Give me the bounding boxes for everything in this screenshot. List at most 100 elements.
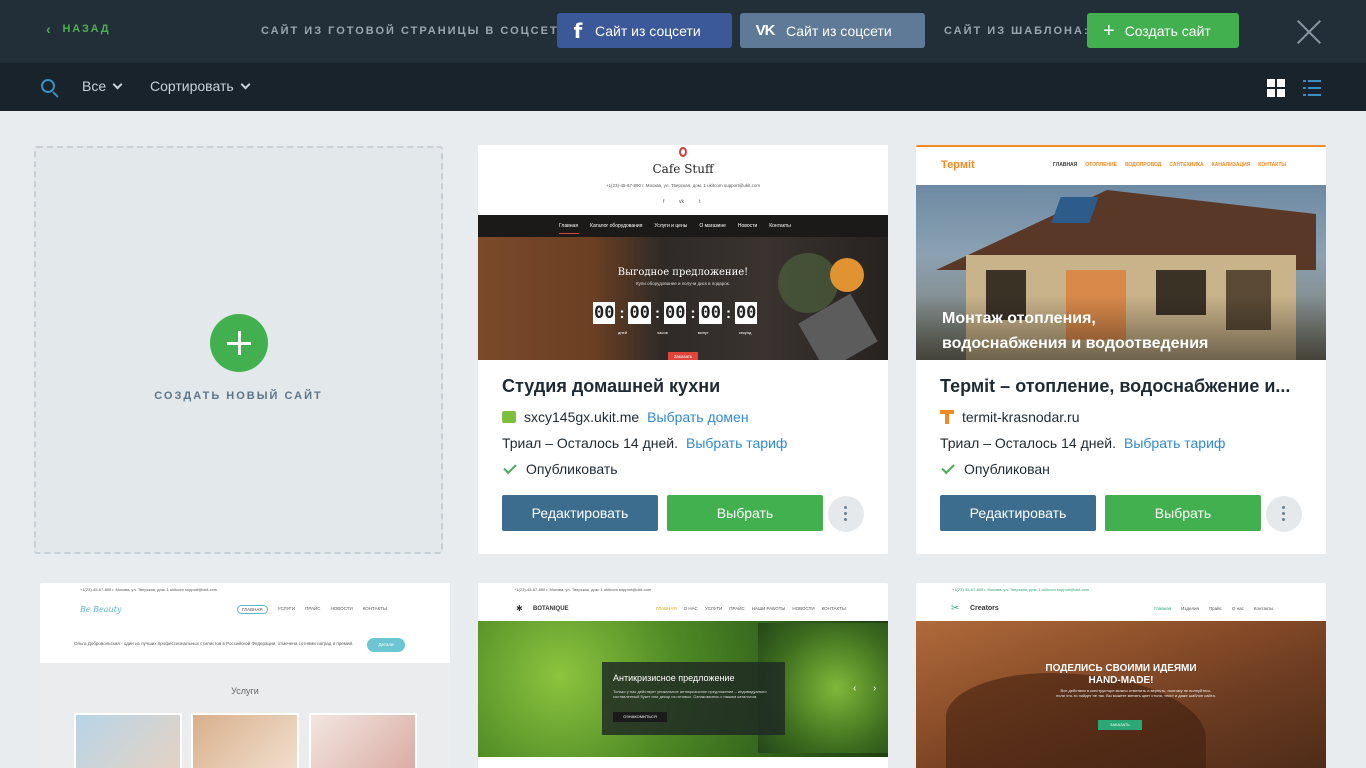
more-options-icon[interactable] bbox=[828, 496, 864, 532]
site-preview-cafe[interactable]: Cafe Stuff +1(23)-45-67-890 г. Москва, у… bbox=[478, 145, 888, 360]
vk-site-button[interactable]: VK Сайт из соцсети bbox=[740, 13, 925, 48]
site-preview-beauty[interactable]: +1(23)-45-67-890 г. Москва, ул. Тверская… bbox=[40, 583, 450, 768]
vk-site-button-label: Сайт из соцсети bbox=[786, 22, 892, 39]
countdown-label: минут bbox=[697, 330, 709, 335]
preview-nav-item: НОВОСТИ bbox=[792, 606, 815, 611]
sort-dropdown[interactable]: Сортировать bbox=[150, 78, 251, 94]
preview-headline: водоснабжения и водоотведения bbox=[942, 335, 1209, 352]
site-card-creators: +1(23)-45-67-890 г. Москва, ул. Тверская… bbox=[916, 583, 1326, 768]
publish-row: Опубликован bbox=[940, 460, 1050, 477]
preview-nav-item: НАШИ РАБОТЫ bbox=[751, 606, 786, 611]
filter-dropdown[interactable]: Все bbox=[82, 78, 123, 94]
site-domain[interactable]: sxcy145gx.ukit.me bbox=[524, 409, 639, 425]
site-preview-creators[interactable]: +1(23)-45-67-890 г. Москва, ул. Тверская… bbox=[916, 583, 1326, 768]
select-button[interactable]: Выбрать bbox=[667, 495, 823, 531]
site-title[interactable]: Термit – отопление, водоснабжение и... bbox=[940, 376, 1300, 397]
facebook-icon: f bbox=[573, 18, 583, 43]
publish-status[interactable]: Опубликовать bbox=[526, 461, 618, 477]
chevron-left-icon: ‹ bbox=[46, 21, 53, 37]
preview-nav-item: КОНТАКТЫ bbox=[821, 606, 846, 611]
facebook-site-button-label: Сайт из соцсети bbox=[595, 22, 701, 39]
site-preview-botanique[interactable]: +1(23)-45-67-890 г. Москва, ул. Тверская… bbox=[478, 583, 888, 768]
preview-nav: ГЛАВНАЯ УСЛУГИ ПРАЙС НОВОСТИ КОНТАКТЫ bbox=[237, 605, 387, 614]
preview-social-tw: t bbox=[699, 199, 701, 205]
close-icon[interactable] bbox=[1296, 19, 1322, 45]
trial-status: Триал – Осталось 14 дней. bbox=[940, 435, 1116, 451]
site-preview-termit[interactable]: Термit ГЛАВНАЯ ОТОПЛЕНИЕ ВОДОПРОВОД САНТ… bbox=[916, 145, 1326, 360]
filter-dropdown-label: Все bbox=[82, 78, 107, 94]
publish-row: Опубликовать bbox=[502, 460, 618, 477]
template-site-label: САЙТ ИЗ ШАБЛОНА: bbox=[944, 25, 1090, 37]
preview-nav: Главная Изделия Прайс О нас Контакты bbox=[1154, 606, 1273, 611]
preview-nav-item: УСЛУГИ bbox=[704, 606, 723, 611]
site-card-cafe: Cafe Stuff +1(23)-45-67-890 г. Москва, у… bbox=[478, 145, 888, 554]
countdown-label: дней bbox=[618, 330, 628, 335]
preview-brand: Be Beauty bbox=[80, 605, 122, 614]
more-options-icon[interactable] bbox=[1266, 496, 1302, 532]
preview-headline: ПОДЕЛИСЬ СВОИМИ ИДЕЯМИ bbox=[1045, 663, 1197, 674]
search-icon[interactable] bbox=[41, 79, 59, 98]
trial-status: Триал – Осталось 14 дней. bbox=[502, 435, 678, 451]
preview-nav-item: ПРАЙС bbox=[729, 606, 745, 611]
social-site-label: САЙТ ИЗ ГОТОВОЙ СТРАНИЦЫ В СОЦСЕТИ: bbox=[261, 25, 575, 37]
preview-headline: Монтаж отопления, bbox=[942, 310, 1096, 327]
site-title[interactable]: Студия домашней кухни bbox=[502, 376, 862, 397]
countdown-digit: 00 bbox=[699, 302, 722, 324]
preview-nav-item: О НАС bbox=[683, 606, 698, 611]
preview-social-vk: vk bbox=[679, 199, 684, 205]
site-favicon-icon bbox=[940, 410, 954, 424]
top-bar: ‹ НАЗАД САЙТ ИЗ ГОТОВОЙ СТРАНИЦЫ В СОЦСЕ… bbox=[0, 0, 1366, 63]
chevron-down-icon bbox=[112, 79, 123, 89]
preview-nav-item: НОВОСТИ bbox=[330, 606, 353, 611]
preview-nav-item: ГЛАВНАЯ bbox=[656, 606, 677, 611]
chevron-down-icon bbox=[240, 79, 251, 89]
edit-button[interactable]: Редактировать bbox=[940, 495, 1096, 531]
list-view-icon[interactable] bbox=[1303, 79, 1321, 97]
preview-button: ЗАКАЗАТЬ bbox=[1098, 720, 1142, 730]
select-button[interactable]: Выбрать bbox=[1105, 495, 1261, 531]
preview-brand: Термit bbox=[941, 159, 975, 171]
edit-button[interactable]: Редактировать bbox=[502, 495, 658, 531]
grid-view-icon[interactable] bbox=[1267, 79, 1285, 97]
plus-circle-icon[interactable] bbox=[210, 314, 268, 372]
preview-nav-item: ГЛАВНАЯ bbox=[1053, 162, 1078, 168]
site-card-botanique: +1(23)-45-67-890 г. Москва, ул. Тверская… bbox=[478, 583, 888, 768]
preview-text: Все действия в конструкторе можно отмени… bbox=[1056, 688, 1216, 698]
choose-tariff-link[interactable]: Выбрать тариф bbox=[686, 435, 787, 451]
preview-nav-item: ВОДОПРОВОД bbox=[1124, 162, 1162, 168]
preview-contacts: +1(23)-45-67-890 г. Москва, ул. Тверская… bbox=[514, 587, 652, 592]
site-favicon-icon bbox=[502, 411, 516, 423]
scissors-icon: ✂ bbox=[951, 603, 960, 614]
preview-nav: Главная Каталог оборудования Услуги и це… bbox=[559, 223, 791, 229]
preview-contacts: +1(23)-45-67-890 г. Москва, ул. Тверская… bbox=[80, 587, 218, 592]
new-site-card[interactable]: СОЗДАТЬ НОВЫЙ САЙТ bbox=[34, 146, 443, 554]
site-domain[interactable]: termit-krasnodar.ru bbox=[962, 409, 1079, 425]
preview-nav-item: КАНАЛИЗАЦИЯ bbox=[1211, 162, 1251, 168]
vk-icon: VK bbox=[755, 22, 776, 39]
preview-social-fb: f bbox=[663, 199, 665, 205]
preview-nav-item: О магазине bbox=[699, 223, 726, 229]
facebook-site-button[interactable]: f Сайт из соцсети bbox=[557, 13, 732, 48]
choose-domain-link[interactable]: Выбрать домен bbox=[647, 409, 748, 425]
check-icon bbox=[503, 460, 517, 474]
chevron-left-icon: ‹ bbox=[853, 683, 857, 694]
chevron-right-icon: › bbox=[873, 683, 877, 694]
preview-nav-item: Главная bbox=[1154, 606, 1172, 611]
create-site-button[interactable]: + Создать сайт bbox=[1087, 13, 1239, 48]
preview-nav-item: КОНТАКТЫ bbox=[362, 606, 387, 611]
preview-nav-item: КОНТАКТЫ bbox=[1258, 162, 1287, 168]
preview-nav-item: Прайс bbox=[1208, 606, 1222, 611]
preview-nav-item: Услуги и цены bbox=[654, 223, 688, 229]
countdown-digit: 00 bbox=[663, 302, 687, 324]
countdown-digit: 00 bbox=[628, 302, 651, 324]
preview-nav-item: ГЛАВНАЯ bbox=[237, 605, 268, 614]
countdown-label: секунд bbox=[738, 330, 752, 335]
preview-nav-item: САНТЕХНИКА bbox=[1169, 162, 1204, 168]
choose-tariff-link[interactable]: Выбрать тариф bbox=[1124, 435, 1225, 451]
filter-bar: Все Сортировать bbox=[0, 63, 1366, 111]
preview-nav-item: УСЛУГИ bbox=[277, 606, 296, 611]
preview-nav-item: ОТОПЛЕНИЕ bbox=[1085, 162, 1117, 168]
back-link[interactable]: ‹ НАЗАД bbox=[46, 22, 110, 36]
countdown-labels: дней часов минут секунд bbox=[618, 330, 751, 335]
preview-nav-item: Главная bbox=[559, 223, 579, 229]
